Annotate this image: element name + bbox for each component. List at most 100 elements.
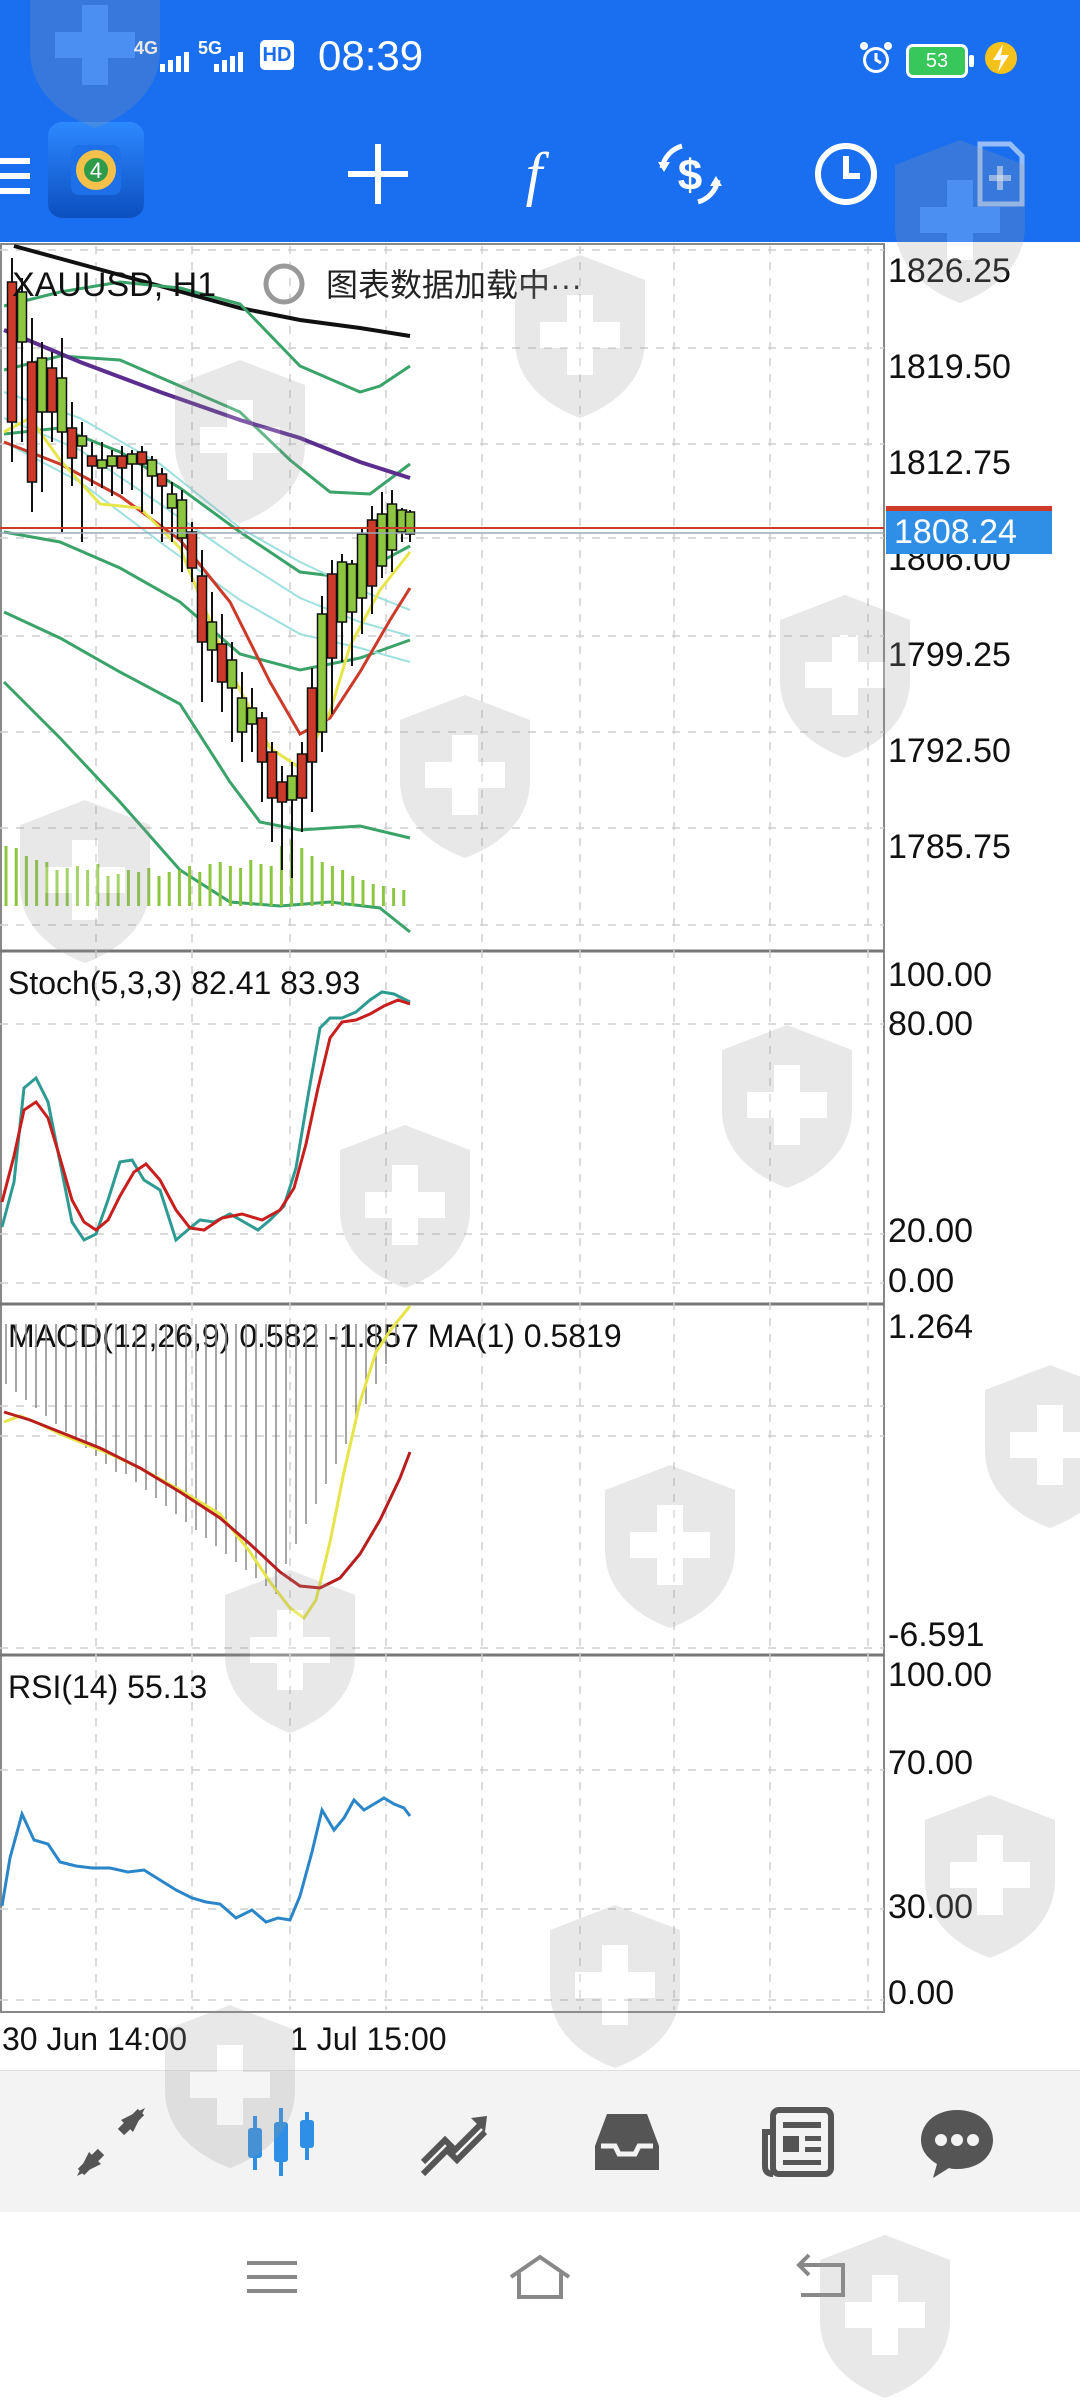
trade-button[interactable]: $ xyxy=(650,134,730,214)
back-icon xyxy=(796,2253,845,2297)
candle-body xyxy=(156,473,168,487)
price-tick-label: 1826.25 xyxy=(888,252,1011,290)
nav-chat[interactable] xyxy=(912,2099,1002,2185)
sys-home-button[interactable] xyxy=(490,2242,590,2312)
candle-body xyxy=(404,511,416,535)
chat-icon xyxy=(921,2110,993,2178)
rsi-title: RSI(14) 55.13 xyxy=(8,1669,207,1705)
candle-body xyxy=(106,455,118,467)
signal-icon-2 xyxy=(214,52,243,72)
chart-area[interactable]: XAUUSD, H1 图表数据加载中··· 1826.25 1819.50 1812… xyxy=(0,242,1080,2070)
candle-body xyxy=(186,531,198,569)
app-logo-icon: 4 xyxy=(71,145,121,195)
history-icon xyxy=(595,2114,659,2170)
candle-body xyxy=(276,781,288,803)
candle-body xyxy=(36,357,48,413)
price-tick-label: 1792.50 xyxy=(888,732,1011,770)
candle-body xyxy=(306,687,318,763)
chart-frame xyxy=(0,243,885,2013)
candle-body xyxy=(146,459,158,477)
new-order-button[interactable] xyxy=(960,134,1040,214)
time-label-1: 30 Jun 14:00 xyxy=(2,2021,187,2057)
timeframe-button[interactable] xyxy=(806,134,886,214)
svg-text:4: 4 xyxy=(90,158,102,183)
candle-body xyxy=(86,455,98,467)
macd-tick-label: 1.264 xyxy=(888,1308,973,1346)
clock: 08:39 xyxy=(318,32,424,79)
menu-icon xyxy=(247,2261,297,2293)
candle-body xyxy=(216,643,228,683)
price-chart[interactable]: XAUUSD, H1 图表数据加载中··· 1826.25 1819.50 1812… xyxy=(0,242,1080,2070)
trade-icon: $ xyxy=(658,143,722,205)
price-tick-label: 1819.50 xyxy=(888,348,1011,386)
candle-body xyxy=(266,751,278,799)
stoch-tick-label: 20.00 xyxy=(888,1212,973,1250)
candle-body xyxy=(286,775,298,801)
candle-body xyxy=(226,659,238,689)
candle-body xyxy=(206,621,218,651)
sys-menu-button[interactable] xyxy=(222,2242,322,2312)
svg-text:f: f xyxy=(526,141,550,207)
loading-spinner-icon xyxy=(263,263,305,305)
price-tick-label: 1799.25 xyxy=(888,636,1011,674)
grid-lines xyxy=(0,246,884,2010)
stoch-tick-label: 80.00 xyxy=(888,1005,973,1043)
candle-body xyxy=(326,573,338,659)
nav-trade[interactable] xyxy=(410,2099,500,2185)
nav-history[interactable] xyxy=(582,2099,672,2185)
candle-body xyxy=(196,575,208,643)
chart-toolbar: 4 f $ xyxy=(0,110,1080,242)
candle-body xyxy=(136,451,148,465)
indicators-button[interactable]: f xyxy=(494,134,574,214)
candle-body xyxy=(56,377,68,433)
charging-icon xyxy=(985,42,1017,74)
candlesticks xyxy=(6,258,416,878)
trade-icon xyxy=(420,2116,488,2177)
nav-chart[interactable] xyxy=(236,2099,326,2185)
current-price-badge-top xyxy=(886,506,1052,511)
price-tick-label: 1812.75 xyxy=(888,444,1011,482)
system-navigation xyxy=(0,2212,1080,2340)
rsi-tick-label: 30.00 xyxy=(888,1888,973,1926)
crosshair-button[interactable] xyxy=(338,134,418,214)
stoch-main-line xyxy=(0,990,411,1243)
candle-body xyxy=(316,613,328,733)
stoch-tick-label: 100.00 xyxy=(888,956,992,994)
macd-title: MACD(12,26,9) 0.582 -1.857 MA(1) 0.5819 xyxy=(8,1318,622,1354)
rsi-axis-labels: 100.00 70.00 30.00 0.00 xyxy=(888,1656,992,2012)
candle-body xyxy=(366,519,378,587)
loading-text: 图表数据加载中··· xyxy=(326,267,582,303)
candle-body xyxy=(236,697,248,733)
rsi-tick-label: 0.00 xyxy=(888,1974,954,2012)
candle-body xyxy=(76,435,88,447)
candle-body xyxy=(46,367,58,413)
candle-body xyxy=(96,459,108,469)
candle-body xyxy=(126,453,138,465)
crosshair-icon xyxy=(348,144,408,204)
macd-signal-line xyxy=(3,1410,412,1590)
symbol-title: XAUUSD, H1 xyxy=(12,266,216,304)
history-icon xyxy=(815,143,877,205)
indicator-line xyxy=(2,680,411,934)
stoch-title: Stoch(5,3,3) 82.41 83.93 xyxy=(8,965,360,1001)
candle-body xyxy=(376,513,388,567)
status-bar: 4G 5G HD 08:39 53 xyxy=(0,0,1080,110)
stoch-signal-line xyxy=(0,998,411,1232)
macd-axis-labels: 1.264 -6.591 xyxy=(888,1308,984,1654)
top-bar: 4G 5G HD 08:39 53 4 f $ xyxy=(0,0,1080,242)
candle-body xyxy=(246,707,258,725)
hd-badge: HD xyxy=(260,40,294,70)
network-4g-label: 4G xyxy=(134,38,159,58)
svg-text:$: $ xyxy=(678,151,702,200)
home-icon xyxy=(509,2254,571,2299)
candle-body xyxy=(26,361,38,483)
rsi-tick-label: 100.00 xyxy=(888,1656,992,1694)
alarm-icon xyxy=(860,42,892,73)
app-root: 4G 5G HD 08:39 53 4 f $ XAUUSD, H1 图表数据加… xyxy=(0,0,1080,2398)
signal-icon xyxy=(160,52,189,72)
app-logo-button[interactable]: 4 xyxy=(48,122,144,218)
nav-news[interactable] xyxy=(754,2099,844,2185)
nav-quotes[interactable] xyxy=(66,2099,156,2185)
sys-back-button[interactable] xyxy=(772,2242,872,2312)
stoch-tick-label: 0.00 xyxy=(888,1262,954,1300)
